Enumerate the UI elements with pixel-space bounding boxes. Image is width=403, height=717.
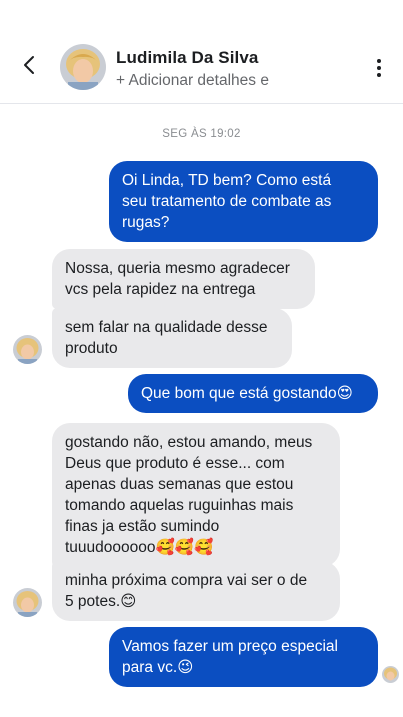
contact-avatar-small — [13, 588, 42, 617]
read-receipt-avatar — [382, 666, 399, 683]
contact-avatar[interactable] — [60, 44, 106, 90]
conversation-timestamp: SEG ÀS 19:02 — [162, 128, 241, 140]
contact-name[interactable]: Ludimila Da Silva — [116, 48, 258, 68]
message-bubble-incoming[interactable]: sem falar na qualidade desse produto — [52, 308, 292, 368]
message-bubble-incoming[interactable]: minha próxima compra vai ser o de 5 pote… — [52, 561, 340, 621]
message-bubble-outgoing[interactable]: Oi Linda, TD bem? Como está seu tratamen… — [109, 161, 378, 242]
back-button[interactable] — [18, 52, 40, 78]
message-bubble-incoming[interactable]: Nossa, queria mesmo agradecer vcs pela r… — [52, 249, 315, 309]
message-bubble-outgoing[interactable]: Vamos fazer um preço especial para vc.😉 — [109, 627, 378, 687]
add-details-link[interactable]: + Adicionar detalhes e — [116, 72, 269, 90]
more-options-button[interactable] — [370, 56, 388, 80]
message-bubble-incoming[interactable]: gostando não, estou amando, meus Deus qu… — [52, 423, 340, 567]
contact-avatar-small — [13, 335, 42, 364]
chat-header: Ludimila Da Silva + Adicionar detalhes e — [0, 0, 403, 104]
chevron-left-icon — [24, 56, 34, 74]
more-vertical-icon — [377, 59, 381, 63]
message-bubble-outgoing[interactable]: Que bom que está gostando😍 — [128, 374, 378, 413]
